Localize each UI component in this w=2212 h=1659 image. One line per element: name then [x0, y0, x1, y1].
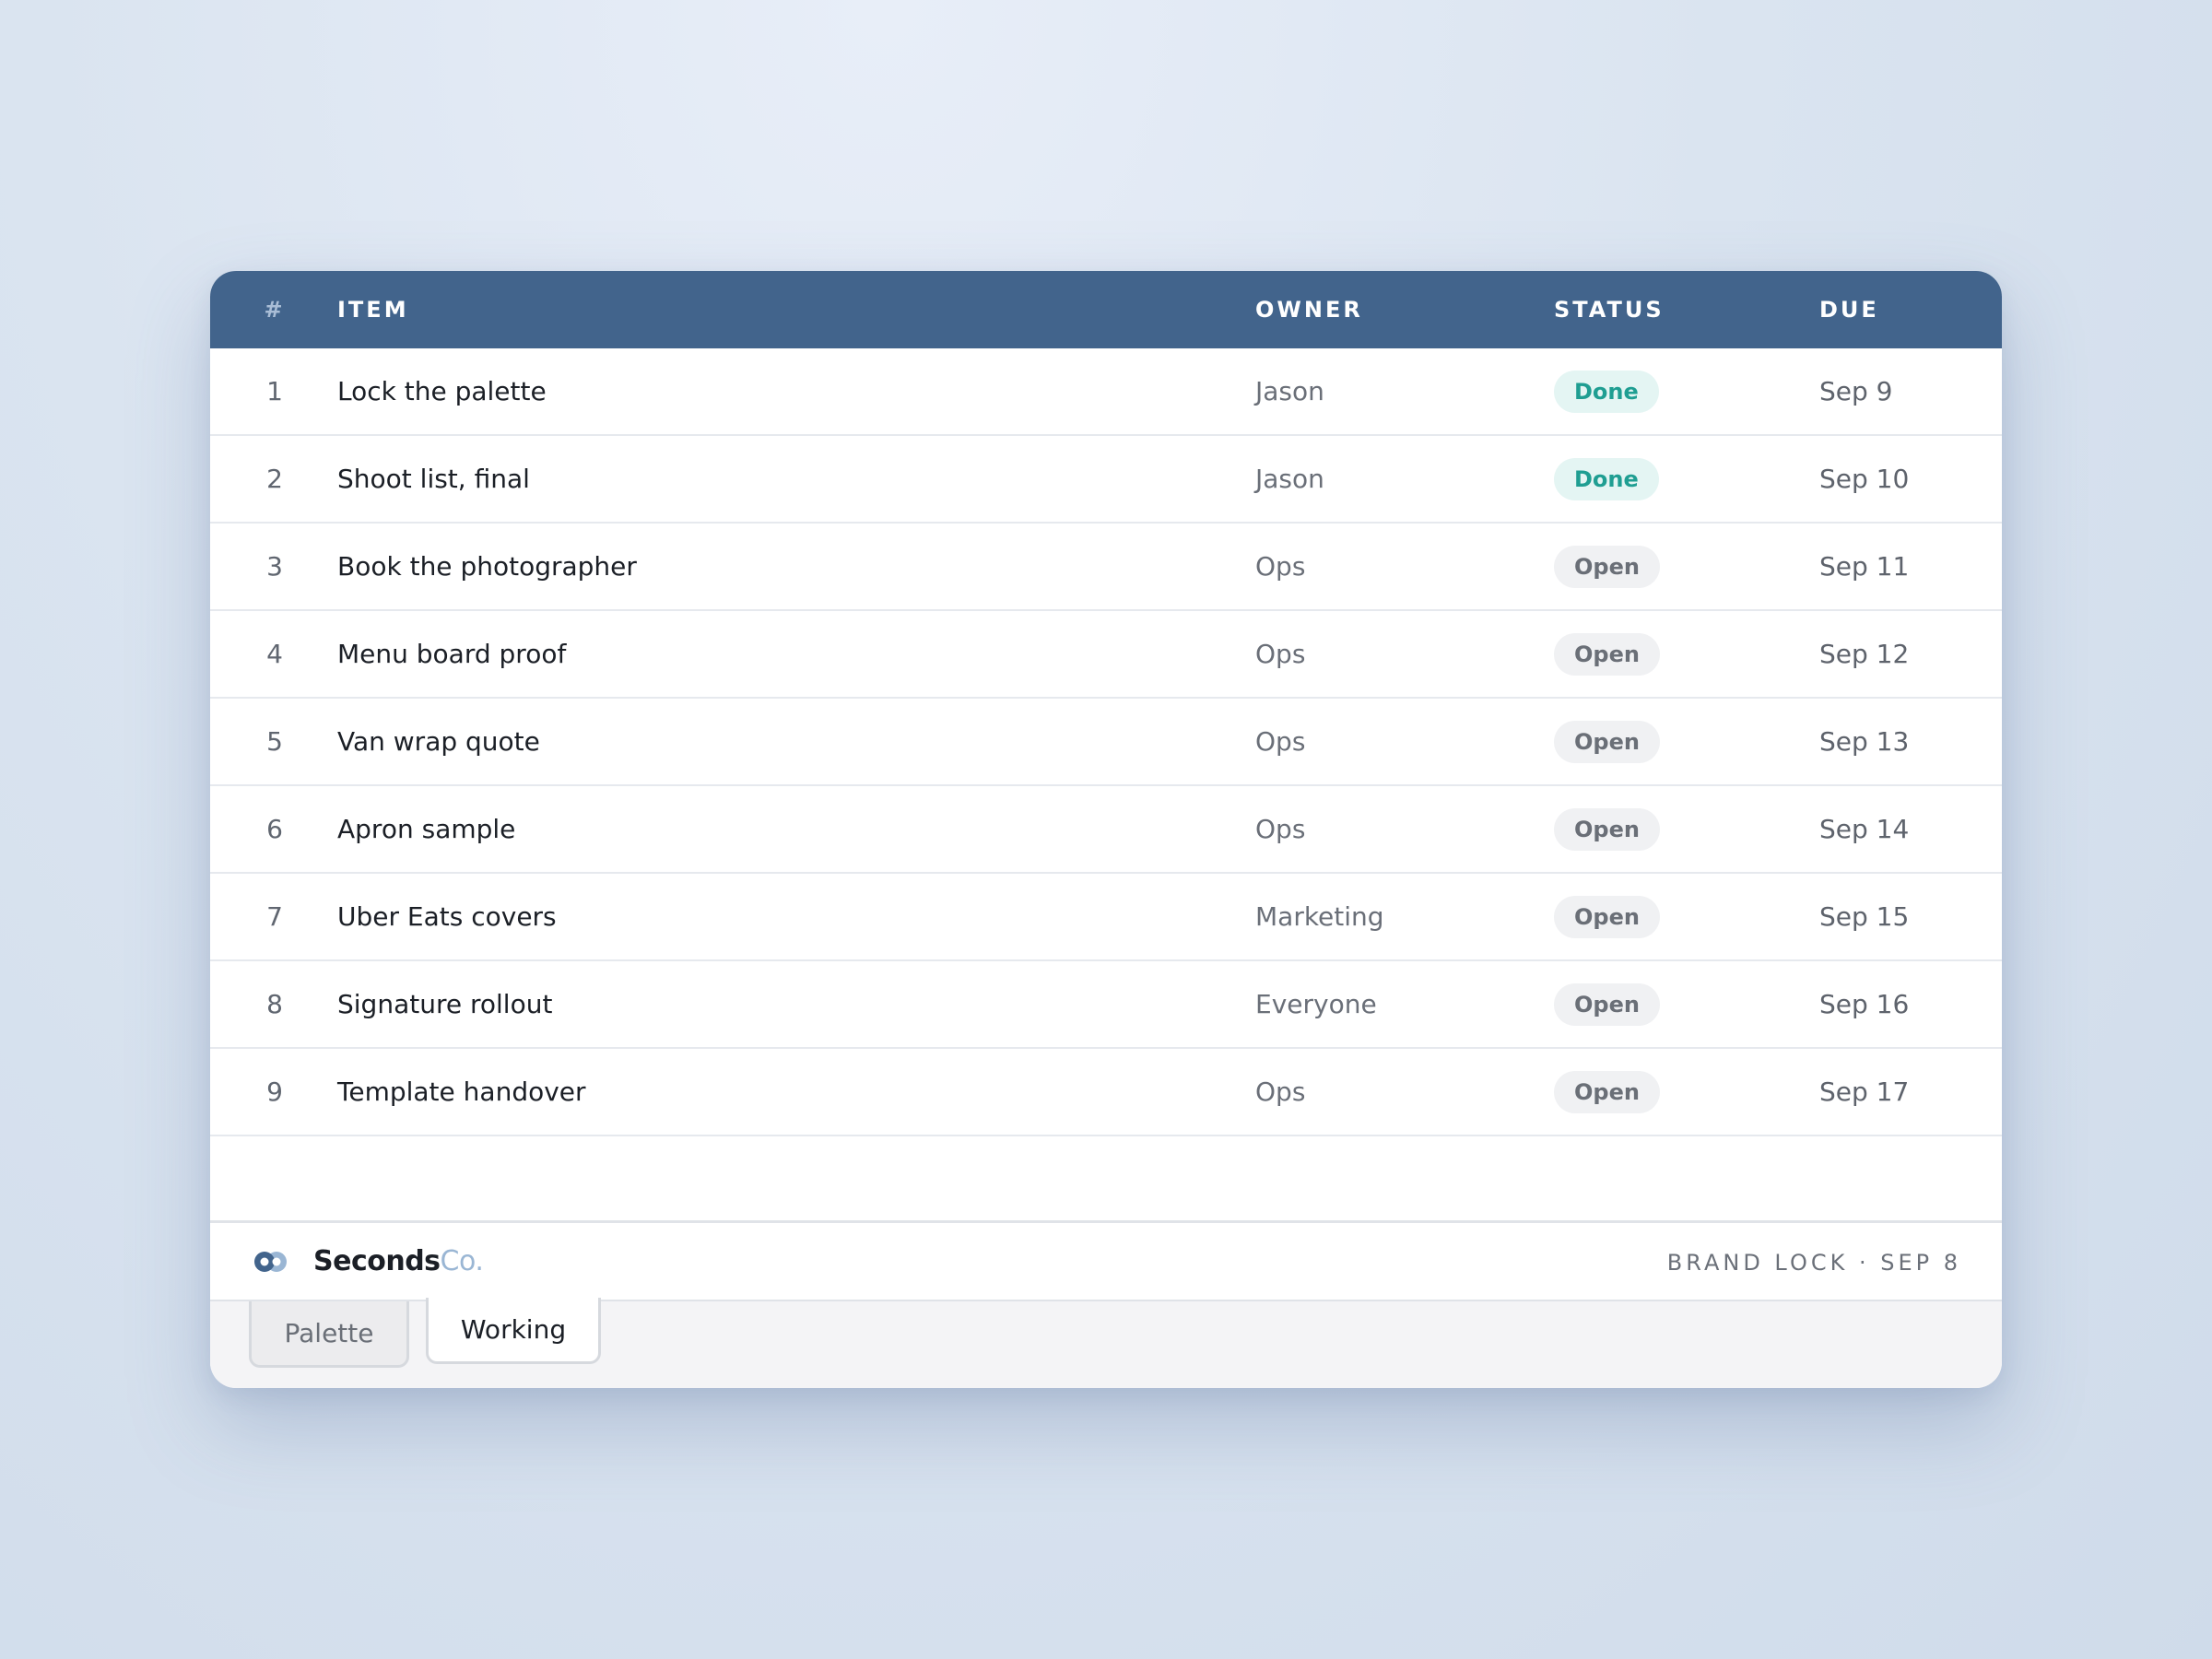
status-badge: Open — [1554, 632, 1660, 676]
row-item: Uber Eats covers — [337, 901, 557, 932]
table-row[interactable]: 3 Book the photographer Ops Open Sep 11 — [210, 524, 2002, 611]
row-number: 8 — [266, 989, 283, 1019]
status-badge: Open — [1554, 545, 1660, 588]
row-due-date: Sep 16 — [1819, 989, 1910, 1019]
status-badge: Open — [1554, 807, 1660, 851]
row-item: Van wrap quote — [337, 726, 540, 757]
row-number: 7 — [266, 901, 283, 932]
status-badge: Done — [1554, 457, 1659, 500]
row-item: Menu board proof — [337, 639, 567, 669]
row-status-cell: Open — [1554, 611, 1660, 697]
sheet-tab-bar: Palette Working — [210, 1298, 2002, 1388]
row-due-date: Sep 17 — [1819, 1077, 1910, 1107]
brand-secondary: Co. — [440, 1245, 484, 1277]
header-status[interactable]: STATUS — [1554, 297, 1665, 323]
row-item: Template handover — [337, 1077, 586, 1107]
row-item: Signature rollout — [337, 989, 553, 1019]
sheet-footer: SecondsCo. BRAND LOCK · SEP 8 — [210, 1220, 2002, 1301]
header-number: # — [264, 297, 286, 323]
table-row[interactable]: 8 Signature rollout Everyone Open Sep 16 — [210, 961, 2002, 1049]
brand-primary: Seconds — [313, 1245, 441, 1277]
row-due-date: Sep 14 — [1819, 814, 1910, 844]
tab-palette[interactable]: Palette — [249, 1301, 409, 1368]
row-due-date: Sep 9 — [1819, 376, 1893, 406]
row-status-cell: Open — [1554, 961, 1660, 1047]
row-number: 2 — [266, 464, 283, 494]
row-number: 4 — [266, 639, 283, 669]
row-owner: Ops — [1255, 814, 1306, 844]
task-table-card: # ITEM OWNER STATUS DUE 1 Lock the palett… — [210, 271, 2002, 1388]
row-number: 5 — [266, 726, 283, 757]
header-due[interactable]: DUE — [1819, 297, 1879, 323]
table-row[interactable]: 5 Van wrap quote Ops Open Sep 13 — [210, 699, 2002, 786]
table-row[interactable]: 4 Menu board proof Ops Open Sep 12 — [210, 611, 2002, 699]
row-status-cell: Open — [1554, 786, 1660, 872]
table-row[interactable]: 1 Lock the palette Jason Done Sep 9 — [210, 348, 2002, 436]
row-owner: Jason — [1255, 376, 1324, 406]
header-owner[interactable]: OWNER — [1255, 297, 1363, 323]
table-row[interactable]: 9 Template handover Ops Open Sep 17 — [210, 1049, 2002, 1136]
row-status-cell: Done — [1554, 348, 1659, 434]
status-badge: Open — [1554, 720, 1660, 763]
status-badge: Open — [1554, 982, 1660, 1026]
row-owner: Jason — [1255, 464, 1324, 494]
row-owner: Everyone — [1255, 989, 1377, 1019]
row-status-cell: Open — [1554, 524, 1660, 609]
table-header: # ITEM OWNER STATUS DUE — [210, 271, 2002, 348]
row-owner: Ops — [1255, 639, 1306, 669]
status-badge: Open — [1554, 1070, 1660, 1113]
row-number: 1 — [266, 376, 283, 406]
row-status-cell: Done — [1554, 436, 1659, 522]
row-status-cell: Open — [1554, 699, 1660, 784]
status-badge: Open — [1554, 895, 1660, 938]
row-due-date: Sep 13 — [1819, 726, 1910, 757]
row-due-date: Sep 11 — [1819, 551, 1910, 582]
table-row[interactable]: 7 Uber Eats covers Marketing Open Sep 15 — [210, 874, 2002, 961]
tab-working[interactable]: Working — [426, 1298, 601, 1364]
table-body: 1 Lock the palette Jason Done Sep 9 2 Shoot li… — [210, 348, 2002, 1136]
row-item: Shoot list, final — [337, 464, 530, 494]
table-row[interactable]: 6 Apron sample Ops Open Sep 14 — [210, 786, 2002, 874]
row-status-cell: Open — [1554, 874, 1660, 959]
two-circles-logo-icon — [254, 1252, 287, 1272]
row-number: 9 — [266, 1077, 283, 1107]
table-row[interactable]: 2 Shoot list, final Jason Done Sep 10 — [210, 436, 2002, 524]
row-item: Book the photographer — [337, 551, 637, 582]
row-item: Apron sample — [337, 814, 516, 844]
row-due-date: Sep 12 — [1819, 639, 1910, 669]
row-due-date: Sep 15 — [1819, 901, 1910, 932]
row-owner: Ops — [1255, 726, 1306, 757]
row-number: 6 — [266, 814, 283, 844]
row-owner: Ops — [1255, 551, 1306, 582]
footer-meta: BRAND LOCK · SEP 8 — [1666, 1250, 1961, 1276]
row-owner: Ops — [1255, 1077, 1306, 1107]
row-owner: Marketing — [1255, 901, 1384, 932]
row-item: Lock the palette — [337, 376, 547, 406]
status-badge: Done — [1554, 370, 1659, 413]
brand-wordmark: SecondsCo. — [313, 1243, 484, 1280]
row-number: 3 — [266, 551, 283, 582]
row-status-cell: Open — [1554, 1049, 1660, 1135]
row-due-date: Sep 10 — [1819, 464, 1910, 494]
header-item[interactable]: ITEM — [337, 297, 409, 323]
